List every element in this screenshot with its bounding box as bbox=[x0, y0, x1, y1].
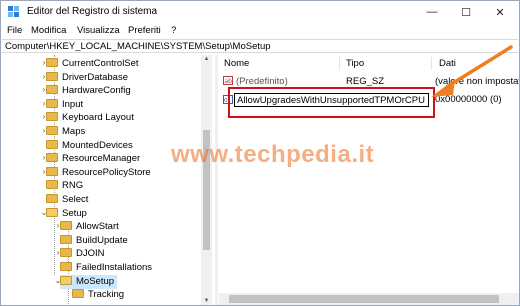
tree-item-label: DJOIN bbox=[76, 248, 105, 260]
tree-item-label: Input bbox=[62, 98, 84, 110]
folder-icon bbox=[60, 234, 72, 244]
value-row-default-type: REG_SZ bbox=[346, 76, 385, 87]
tree-item[interactable]: Setup bbox=[46, 207, 90, 221]
svg-text:ab: ab bbox=[225, 78, 233, 85]
tree-item-label: DriverDatabase bbox=[62, 71, 128, 83]
expand-chevron-icon[interactable]: › bbox=[40, 126, 48, 135]
string-value-icon: ab bbox=[223, 75, 233, 85]
column-separator[interactable] bbox=[339, 57, 340, 70]
tree-item[interactable]: BuildUpdate bbox=[60, 234, 131, 248]
scroll-down-arrow[interactable]: ▼ bbox=[201, 298, 212, 304]
tree-item-label: ResourceManager bbox=[62, 153, 141, 165]
tree-item[interactable]: Select bbox=[46, 193, 91, 207]
tree-item[interactable]: Tracking bbox=[72, 288, 127, 302]
menu-help[interactable]: ? bbox=[171, 25, 176, 36]
tree-item[interactable]: DriverDatabase bbox=[46, 71, 131, 85]
expand-chevron-icon[interactable]: › bbox=[40, 99, 48, 108]
tree-item-label: HardwareConfig bbox=[62, 85, 131, 97]
expand-chevron-icon[interactable]: › bbox=[40, 85, 48, 94]
tree-item[interactable]: Keyboard Layout bbox=[46, 111, 137, 125]
tree-item[interactable]: FailedInstallations bbox=[60, 261, 155, 275]
folder-icon bbox=[46, 193, 58, 203]
tree-item[interactable]: MoSetup bbox=[60, 274, 118, 289]
tree-item-label: MoSetup bbox=[76, 275, 115, 287]
menu-bar: File Modifica Visualizza Preferiti ? bbox=[1, 23, 519, 38]
window-title: Editor del Registro di sistema bbox=[27, 6, 158, 17]
folder-icon bbox=[46, 180, 58, 190]
tree-item-label: Maps bbox=[62, 126, 86, 137]
tree-item[interactable]: RNG bbox=[46, 179, 86, 193]
tree-item[interactable]: HardwareConfig bbox=[46, 84, 134, 98]
menu-file[interactable]: File bbox=[7, 25, 22, 36]
expand-chevron-icon[interactable]: › bbox=[40, 167, 48, 176]
tree-item[interactable]: AllowStart bbox=[60, 220, 122, 234]
tree-item-label: ResourcePolicyStore bbox=[62, 166, 151, 178]
expand-chevron-icon[interactable]: › bbox=[40, 58, 48, 67]
key-tree: CurrentControlSet › DriverDatabase › Hardwar… bbox=[2, 55, 214, 305]
expand-chevron-icon[interactable]: › bbox=[54, 221, 62, 230]
registry-editor-icon bbox=[8, 6, 19, 17]
minimize-button[interactable]: — bbox=[415, 1, 449, 23]
pane-splitter[interactable] bbox=[215, 55, 218, 305]
registry-editor-window: Editor del Registro di sistema — ☐ ✕ Fil… bbox=[0, 0, 520, 306]
folder-icon bbox=[46, 139, 58, 149]
list-horizontal-scrollbar[interactable] bbox=[219, 293, 519, 305]
close-button[interactable]: ✕ bbox=[483, 1, 517, 23]
tree-item-label: Setup bbox=[62, 207, 87, 219]
menu-visualizza[interactable]: Visualizza bbox=[77, 25, 120, 36]
collapse-chevron-icon[interactable]: ⌄ bbox=[40, 208, 48, 217]
value-row-default-name[interactable]: ab (Predefinito) bbox=[223, 75, 288, 87]
expand-chevron-icon[interactable]: › bbox=[40, 72, 48, 81]
tree-item-label: Select bbox=[62, 194, 89, 205]
watermark: www.techpedia.it bbox=[171, 141, 375, 168]
column-header-type[interactable]: Tipo bbox=[346, 58, 364, 69]
tree-item-label: CurrentControlSet bbox=[62, 58, 139, 69]
tree-scrollbar[interactable]: ▲ ▼ bbox=[201, 55, 212, 305]
title-bar: Editor del Registro di sistema — ☐ ✕ bbox=[1, 1, 519, 23]
expand-chevron-icon[interactable]: › bbox=[40, 153, 48, 162]
menu-modifica[interactable]: Modifica bbox=[31, 25, 66, 36]
tree-item[interactable]: MountedDevices bbox=[46, 139, 136, 153]
scroll-up-arrow[interactable]: ▲ bbox=[201, 56, 212, 62]
expand-chevron-icon[interactable]: › bbox=[40, 112, 48, 121]
maximize-button[interactable]: ☐ bbox=[449, 1, 483, 23]
tree-item-label: Keyboard Layout bbox=[62, 112, 134, 124]
folder-icon bbox=[60, 261, 72, 271]
menu-preferiti[interactable]: Preferiti bbox=[128, 25, 161, 36]
tree-item[interactable]: CurrentControlSet bbox=[46, 57, 142, 71]
highlight-frame bbox=[228, 87, 435, 118]
pointer-arrow-annotation bbox=[431, 45, 513, 97]
tree-item[interactable]: DJOIN bbox=[60, 247, 108, 261]
expand-chevron-icon[interactable]: › bbox=[54, 248, 62, 257]
tree-item[interactable]: Input bbox=[46, 98, 86, 112]
collapse-chevron-icon[interactable]: ⌄ bbox=[54, 276, 62, 285]
tree-item[interactable]: Maps bbox=[46, 125, 88, 139]
column-header-name[interactable]: Nome bbox=[224, 58, 249, 69]
tree-item-label: BuildUpdate bbox=[76, 234, 128, 246]
tree-item-label: AllowStart bbox=[76, 221, 119, 233]
tree-item[interactable]: ResourceManager bbox=[46, 152, 143, 166]
tree-item[interactable]: ResourcePolicyStore bbox=[46, 166, 154, 180]
folder-icon bbox=[72, 289, 84, 299]
tree-item-label: FailedInstallations bbox=[76, 262, 153, 273]
tree-item-label: MountedDevices bbox=[62, 139, 133, 151]
tree-item-label: Tracking bbox=[88, 289, 125, 301]
list-scroll-thumb[interactable] bbox=[229, 295, 499, 303]
tree-item-label: RNG bbox=[62, 180, 84, 192]
